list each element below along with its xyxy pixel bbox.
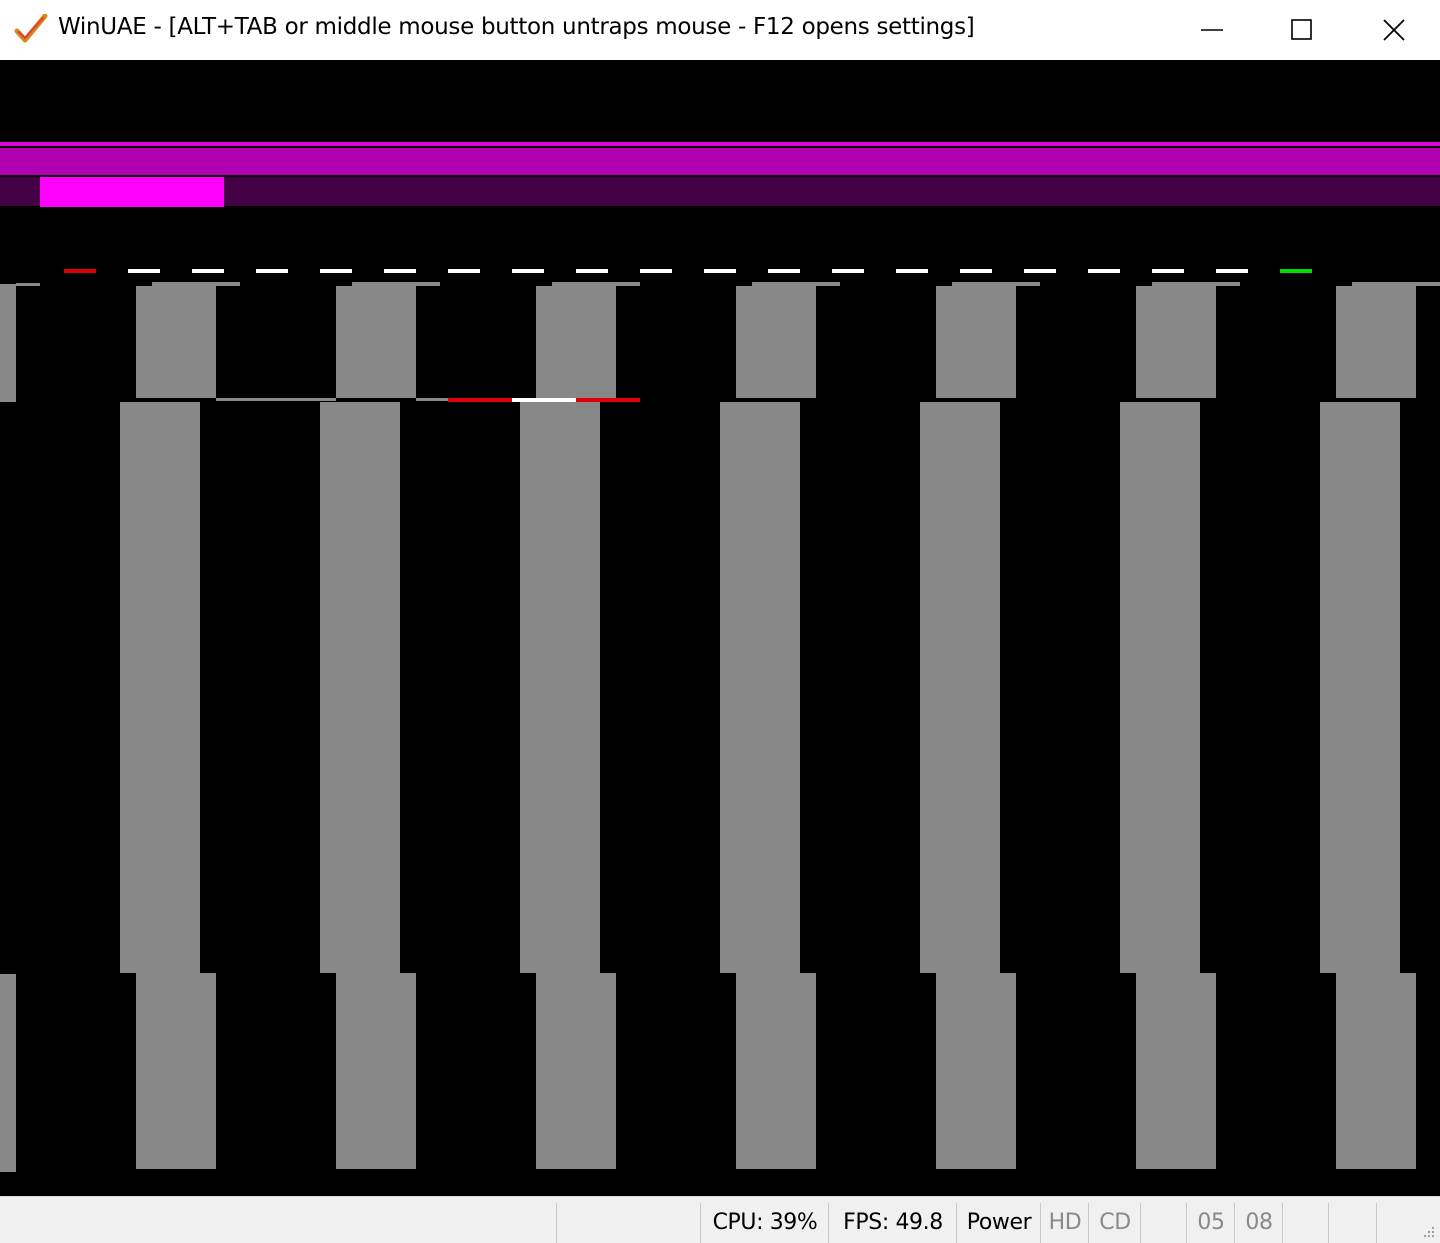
dash-segment: [1280, 269, 1312, 273]
white-segment: [512, 398, 576, 402]
drive3-track: [1328, 1203, 1377, 1243]
pillar-cap: [1152, 282, 1216, 288]
winuae-checkmark-icon: [14, 13, 48, 44]
drive0-track: 05: [1186, 1203, 1235, 1243]
pillar-cap: [352, 282, 416, 288]
pillar-middle: [520, 402, 600, 973]
pillar-middle: [120, 402, 200, 973]
red-segment: [448, 398, 512, 402]
pillar-top: [1336, 286, 1416, 398]
cpu-indicator: CPU: 39%: [700, 1203, 829, 1243]
title-bar[interactable]: WinUAE - [ALT+TAB or middle mouse button…: [0, 0, 1440, 60]
pillar-cap: [752, 282, 816, 288]
pillar-top: [736, 286, 816, 398]
close-button[interactable]: [1349, 0, 1439, 60]
drive2-track: [1282, 1203, 1329, 1243]
window-title: WinUAE - [ALT+TAB or middle mouse button…: [58, 14, 975, 40]
pillar-bottom: [536, 973, 616, 1169]
pillar-cap: [952, 282, 1016, 288]
dash-segment: [512, 269, 544, 273]
pillar-cap: [552, 282, 616, 288]
pillar-top: [336, 286, 416, 398]
dash-segment: [192, 269, 224, 273]
pillar-middle: [1320, 402, 1400, 973]
pillar-cap: [152, 282, 216, 288]
pillar-cap: [1016, 282, 1040, 286]
close-icon: [1383, 19, 1405, 41]
pillar-bottom: [1136, 973, 1216, 1169]
pillar-top: [0, 284, 16, 402]
pillar-cap: [1352, 282, 1416, 288]
pillar-middle: [720, 402, 800, 973]
fps-indicator: FPS: 49.8: [828, 1203, 957, 1243]
pillar-cap: [416, 282, 440, 286]
pillar-cap: [1216, 282, 1240, 286]
cd-indicator: CD: [1088, 1203, 1141, 1243]
magenta-line: [0, 142, 1440, 146]
dash-segment: [1024, 269, 1056, 273]
pillar-bottom: [736, 973, 816, 1169]
pillar-top: [536, 286, 616, 398]
pillar-middle: [920, 402, 1000, 973]
dash-segment: [1088, 269, 1120, 273]
status-empty: [1140, 1203, 1187, 1243]
maximize-button[interactable]: [1257, 0, 1347, 60]
dash-segment: [832, 269, 864, 273]
status-empty: [556, 1203, 701, 1243]
maximize-icon: [1291, 19, 1312, 40]
minimize-icon: [1201, 29, 1223, 31]
gray-connector: [416, 398, 448, 401]
gray-pillars: [0, 282, 1440, 1172]
pillar-bottom: [1336, 973, 1416, 1169]
dash-segment: [128, 269, 160, 273]
emulator-display[interactable]: [0, 60, 1440, 1196]
pillar-top: [136, 286, 216, 398]
magenta-band: [0, 148, 1440, 175]
dash-segment: [1152, 269, 1184, 273]
dash-segment: [448, 269, 480, 273]
dash-segment: [704, 269, 736, 273]
drive1-track: 08: [1234, 1203, 1283, 1243]
dash-segment: [640, 269, 672, 273]
minimize-button[interactable]: [1167, 0, 1257, 60]
dash-segment: [960, 269, 992, 273]
pillar-cap: [216, 282, 240, 286]
pillar-cap: [616, 282, 640, 286]
dash-segment: [896, 269, 928, 273]
pillar-middle: [320, 402, 400, 973]
resize-grip-icon[interactable]: [1420, 1223, 1436, 1239]
dash-segment: [320, 269, 352, 273]
emulator-frame: [0, 142, 1440, 1172]
power-indicator: Power: [956, 1203, 1041, 1243]
pillar-top: [936, 286, 1016, 398]
pillar-bottom: [336, 973, 416, 1169]
hd-indicator: HD: [1040, 1203, 1089, 1243]
pillar-cap: [1416, 282, 1440, 286]
pillar-bottom: [936, 973, 1016, 1169]
gray-connector: [216, 398, 336, 401]
bright-magenta-block: [40, 177, 224, 207]
pillar-top: [1136, 286, 1216, 398]
dash-segment: [1216, 269, 1248, 273]
dash-row: [64, 269, 1312, 273]
dash-segment: [64, 269, 96, 273]
dash-segment: [384, 269, 416, 273]
dash-segment: [576, 269, 608, 273]
dash-segment: [768, 269, 800, 273]
pillar-bottom: [0, 974, 16, 1172]
pillar-cap: [816, 282, 840, 286]
dash-segment: [256, 269, 288, 273]
status-bar: CPU: 39% FPS: 49.8 Power HD CD 05 08: [0, 1196, 1440, 1243]
red-segment: [576, 398, 640, 402]
pillar-middle: [1120, 402, 1200, 973]
pillar-bottom: [136, 973, 216, 1169]
pillar-cap: [16, 283, 40, 286]
